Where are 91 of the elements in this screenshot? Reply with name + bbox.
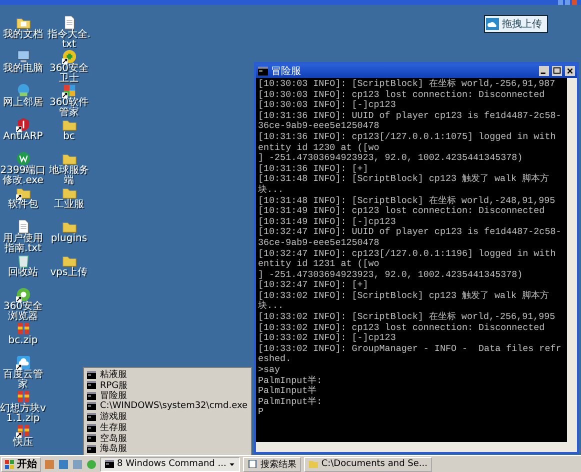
console-line: [10:32:47 INFO]: cp123[/127.0.0.1:1196] logged in with entity id 1231 at ([wo (258, 248, 557, 270)
cloud-icon (486, 18, 499, 30)
menu-item-label: 生存服 (100, 422, 127, 434)
icon-label[interactable]: 地球服务端 (46, 166, 92, 185)
folder-icon (309, 460, 318, 468)
console-icon (105, 460, 114, 468)
icon-label[interactable]: 我的电脑 (3, 64, 43, 74)
taskbar-button[interactable]: C:\Documents and Se... (304, 456, 432, 472)
console-icon (87, 444, 96, 453)
window-title: 冒险服 (271, 65, 302, 78)
icon-label[interactable]: bc (63, 132, 75, 142)
menu-item-label: 空岛服 (100, 432, 127, 444)
console-line: [10:31:36 INFO]: UUID of player cp123 is fe1d4487-2c58-36ce-9ab9-eee5e1250478 (258, 110, 562, 132)
console-line: [10:33:02 INFO]: GroupManager - INFO - Data files refreshed. (258, 344, 562, 366)
menu-item-label: 粘液服 (100, 368, 127, 381)
icon-label[interactable]: 软件包 (8, 200, 38, 210)
console-icon (87, 370, 96, 379)
console-line: [10:33:02 INFO]: [-]cp123 (258, 333, 397, 344)
console-line: [10:30:03 INFO]: [ScriptBlock] 在坐标 world,-256,91,987 (258, 79, 556, 90)
quick-launch-icon[interactable] (44, 458, 55, 470)
icon-label[interactable]: 幻想方块v1.1.zip (0, 404, 46, 423)
icon-label[interactable]: bc.zip (8, 336, 38, 346)
console-icon (87, 381, 96, 390)
console-icon (87, 412, 96, 421)
console-line: [10:30:03 INFO]: [-]cp123 (258, 100, 397, 111)
console-line: [10:33:02 INFO]: cp123 lost connection: Disconnected (258, 322, 546, 333)
menu-item[interactable]: 海岛服 (84, 443, 251, 454)
taskbar-button[interactable]: 8 Windows Command ... (100, 456, 240, 472)
icon-label[interactable]: plugins (50, 234, 88, 244)
quick-launch-icon[interactable] (86, 458, 97, 470)
icon-label[interactable]: 回收站 (8, 268, 38, 278)
console-line: [10:31:49 INFO]: cp123 lost connection: Disconnected (258, 206, 546, 217)
icon-label[interactable]: AntiARP (3, 132, 43, 142)
close-icon[interactable] (565, 66, 575, 76)
icon-label[interactable]: 工业服 (54, 200, 84, 210)
icon-label[interactable]: 2399端口修改.exe (0, 166, 46, 185)
console-icon (87, 424, 96, 432)
menu-item[interactable]: 生存服 (84, 422, 251, 433)
icon-label[interactable]: 用户使用指南.txt (0, 234, 46, 253)
icon-label[interactable]: 我的文档 (3, 30, 43, 40)
console-line: [10:32:47 INFO]: [+] (258, 280, 370, 291)
menu-item[interactable]: C:\WINDOWS\system32\cmd.exe (84, 401, 251, 412)
menu-item-label: RPG服 (100, 380, 128, 391)
start-button[interactable]: 开始 (1, 456, 41, 472)
console-line: ] -251.47303694923923, 92.0, 1002.4235441345378) (258, 153, 524, 164)
icon-label[interactable]: vps上传 (50, 268, 88, 278)
console-line: PalmInput半 (258, 386, 318, 396)
console-line: [10:31:48 INFO]: [ScriptBlock] cp123 触发了 walk 脚本方块... (258, 174, 550, 196)
console-line: [10:31:36 INFO]: cp123[/127.0.0.1:1075] logged in with entity id 1230 at ([wo (258, 132, 557, 153)
windows-logo-icon (5, 460, 15, 468)
console-line: PalmInput半: (258, 376, 324, 386)
console-line: [10:31:49 INFO]: [-]cp123 (258, 216, 397, 227)
icon-label[interactable]: 快压 (13, 438, 33, 448)
menu-item[interactable]: 游戏服 (84, 412, 251, 422)
menu-item-label: 海岛服 (100, 442, 127, 456)
menu-item[interactable]: 粘液服 (84, 369, 251, 380)
console-icon (87, 402, 96, 410)
menu-item[interactable]: RPG服 (84, 380, 251, 390)
console-line: [10:30:03 INFO]: cp123 lost connection: Disconnected (258, 90, 546, 100)
console-line: [10:33:02 INFO]: [ScriptBlock] cp123 触发了 walk 脚本方块... (258, 290, 550, 312)
console-line: PalmInput半: (258, 396, 324, 408)
taskbar-button[interactable]: 搜索结果 (243, 456, 302, 472)
menu-item[interactable]: 空岛服 (84, 432, 251, 444)
scrollbar[interactable] (256, 442, 577, 452)
console-line: [10:31:36 INFO]: [+] (258, 164, 370, 174)
quick-launch-icon[interactable] (72, 458, 83, 470)
quick-launch-icon[interactable] (58, 458, 69, 470)
console-icon (258, 66, 268, 76)
icon-label[interactable]: 360安全卫士 (46, 64, 92, 83)
menu-item-label: 冒险服 (100, 390, 127, 402)
console-line: [10:31:48 INFO]: [ScriptBlock] 在坐标 world,-248,91,995 (258, 196, 556, 206)
icon-label[interactable]: 指令大全.txt (46, 30, 92, 49)
upload-widget[interactable]: 拖拽上传 (484, 15, 548, 33)
scrollbar[interactable] (567, 78, 577, 442)
minimize-icon[interactable] (539, 66, 549, 76)
menu-item[interactable]: 冒险服 (84, 390, 251, 402)
menu-item-label: C:\WINDOWS\system32\cmd.exe (100, 401, 248, 412)
console-icon (87, 434, 96, 442)
icon-label[interactable]: 百度云管家 (0, 370, 46, 389)
menu-item-label: 游戏服 (100, 410, 127, 422)
maximize-icon[interactable] (552, 66, 562, 76)
icon-label[interactable]: 360安全浏览器 (0, 302, 46, 321)
console-line: P (258, 407, 265, 418)
console-line: ] -251.47303694923923, 92.0, 1002.4235441345378) (258, 270, 524, 280)
icon-label[interactable]: 网上邻居 (3, 98, 43, 108)
document-icon (248, 460, 258, 468)
console-line: >say (258, 365, 282, 376)
console-line: [10:32:47 INFO]: UUID of player cp123 is fe1d4487-2c58-36ce-9ab9-eee5e1250478 (258, 227, 562, 248)
icon-label[interactable]: 360软件管家 (46, 98, 92, 117)
console-line: [10:33:02 INFO]: [ScriptBlock] 在坐标 world,-256,91,995 (258, 312, 556, 323)
console-icon (87, 392, 96, 400)
